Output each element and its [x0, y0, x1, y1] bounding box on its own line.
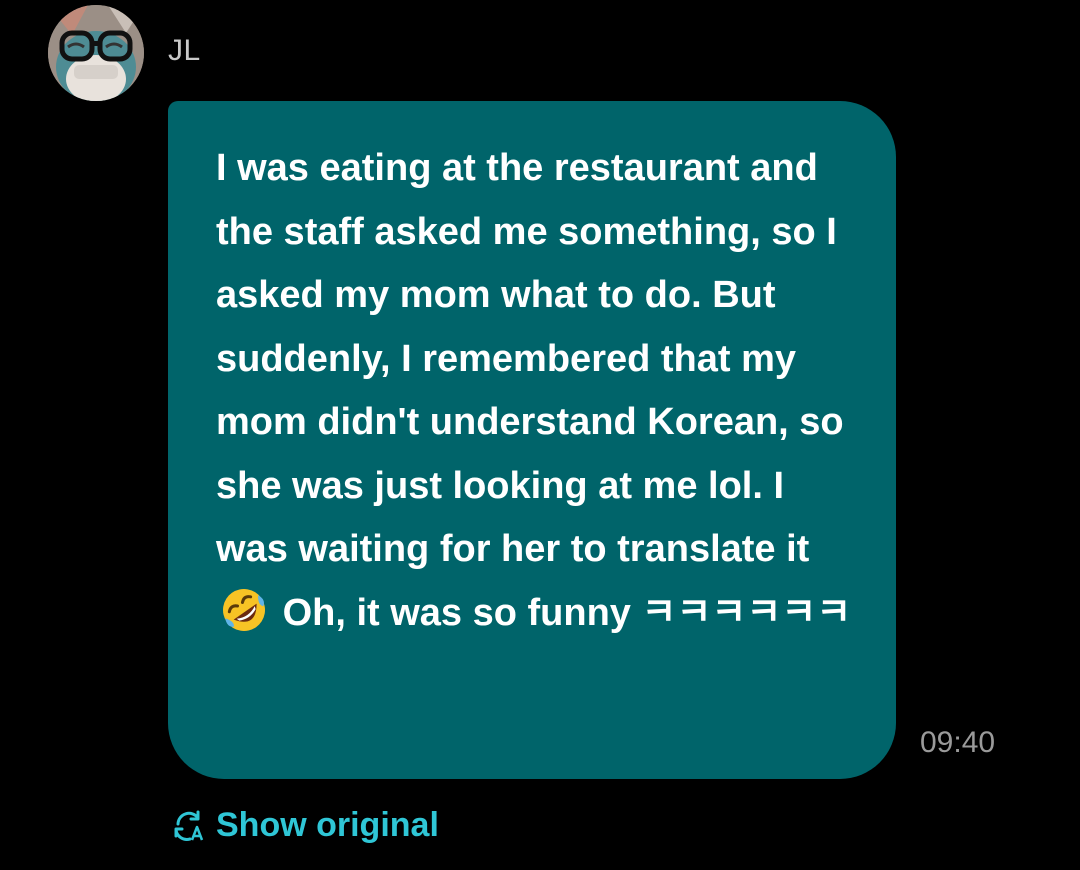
message-text-part-1: I was eating at the restaurant and the s… [216, 147, 844, 570]
sender-name: JL [168, 34, 201, 67]
show-original-label: Show original [216, 806, 439, 844]
avatar[interactable] [48, 5, 144, 101]
message-timestamp: 09:40 [920, 726, 996, 759]
message-text: I was eating at the restaurant and the s… [216, 137, 856, 645]
message-text-part-2: Oh, it was so funny ㅋㅋㅋㅋㅋㅋ [282, 591, 852, 634]
message-bubble[interactable]: I was eating at the restaurant and the s… [168, 101, 896, 779]
rolling-on-floor-laughing-emoji [223, 588, 265, 631]
show-original-button[interactable]: Show original [172, 806, 439, 845]
avatar-icon [48, 5, 144, 101]
translate-refresh-icon [174, 810, 204, 841]
